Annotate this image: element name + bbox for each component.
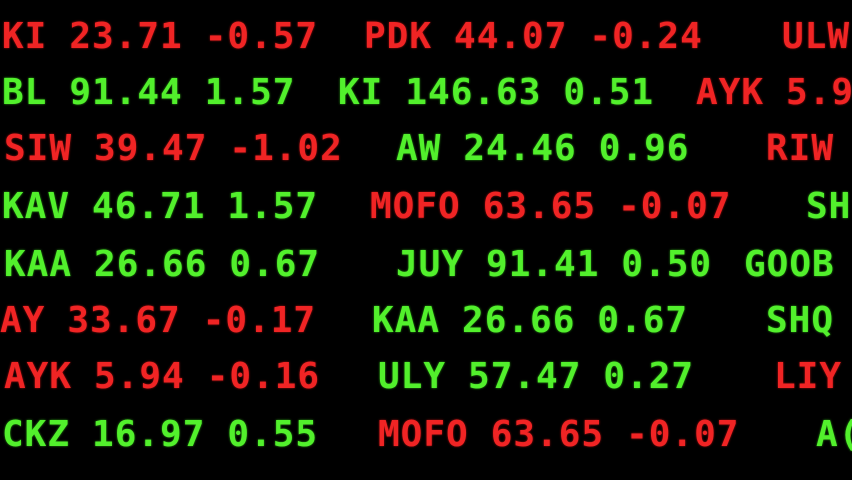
ticker-quote: GOOB [744,236,835,294]
ticker-symbol: ULW [782,16,851,57]
ticker-change: -0.24 [589,16,703,57]
ticker-quote: CKZ 16.97 0.55 [2,406,318,464]
ticker-row: KI 23.71 -0.57 PDK 44.07 -0.24 ULW [0,8,852,66]
ticker-price: 146.63 [405,72,542,113]
ticker-symbol: MOFO [370,186,461,227]
ticker-row: KAA 26.66 0.67 JUY 91.41 0.50 GOOB [0,236,852,294]
ticker-change: 0.96 [598,128,690,169]
ticker-quote: AW 24.46 0.96 [396,120,689,178]
ticker-symbol: MOFO [378,414,469,455]
ticker-quote: KAV 46.71 1.57 [2,178,318,236]
ticker-quote: SHQ [766,292,834,350]
ticker-symbol: LIY [774,356,843,397]
ticker-quote: AY 33.67 -0.17 [0,292,316,350]
ticker-symbol: BL [2,72,48,113]
ticker-row: KAV 46.71 1.57 MOFO 63.65 -0.07 SH [0,178,852,236]
ticker-change: -0.07 [626,414,740,455]
ticker-change: -1.02 [229,128,343,169]
ticker-quote: KAA 26.66 0.67 [4,236,320,294]
ticker-symbol: GOOB [744,244,835,285]
ticker-quote: AYK 5.9 [696,64,852,122]
ticker-symbol: SHQ [766,300,835,341]
ticker-symbol: KI [338,72,384,113]
ticker-symbol: AYK [696,72,765,113]
ticker-price: 26.66 [462,300,576,341]
ticker-price: 91.44 [69,72,183,113]
ticker-quote: KAA 26.66 0.67 [372,292,688,350]
ticker-symbol: KI [2,16,48,57]
ticker-quote: PDK 44.07 -0.24 [364,8,703,66]
ticker-quote: SH [806,178,851,236]
ticker-price: 23.71 [69,16,183,57]
ticker-price: 46.71 [92,186,206,227]
ticker-row: AYK 5.94 -0.16 ULY 57.47 0.27 LIY [0,348,852,406]
ticker-change: 0.50 [621,244,713,285]
ticker-symbol: SH [806,186,852,227]
ticker-symbol: KAV [2,186,71,227]
ticker-row: SIW 39.47 -1.02 AW 24.46 0.96 RIW [0,120,852,178]
ticker-quote: A( [816,406,852,464]
ticker-symbol: JUY [396,244,465,285]
ticker-price: 5.94 [94,356,185,397]
ticker-quote: AYK 5.94 -0.16 [4,348,320,406]
ticker-price: 5.9 [786,72,852,113]
ticker-price: 63.65 [482,186,597,227]
ticker-symbol: RIW [766,128,835,169]
ticker-change: 1.57 [227,186,319,227]
ticker-symbol: SIW [4,128,73,169]
ticker-price: 33.67 [67,300,181,341]
ticker-quote: KI 23.71 -0.57 [2,8,318,66]
ticker-quote: ULY 57.47 0.27 [378,348,694,406]
ticker-row: AY 33.67 -0.17 KAA 26.66 0.67 SHQ [0,292,852,350]
ticker-quote: MOFO 63.65 -0.07 [378,406,739,464]
ticker-quote: ULW [782,8,850,66]
ticker-price: 44.07 [454,16,568,57]
ticker-quote: MOFO 63.65 -0.07 [370,178,731,236]
ticker-quote: RIW [766,120,834,178]
ticker-quote: SIW 39.47 -1.02 [4,120,343,178]
ticker-symbol: CKZ [2,414,71,455]
ticker-change: 0.55 [227,414,319,455]
ticker-price: 39.47 [94,128,208,169]
ticker-change: 0.67 [229,244,321,285]
ticker-quote: LIY [774,348,842,406]
ticker-quote: KI 146.63 0.51 [338,64,654,122]
ticker-quote: BL 91.44 1.57 [2,64,295,122]
ticker-change: -0.16 [206,356,321,397]
ticker-symbol: KAA [4,244,73,285]
ticker-change: -0.57 [204,16,319,57]
ticker-symbol: A( [816,414,852,455]
ticker-symbol: AY [0,300,46,341]
ticker-symbol: PDK [364,16,433,57]
ticker-price: 16.97 [92,414,206,455]
ticker-change: 1.57 [204,72,296,113]
ticker-price: 91.41 [486,244,600,285]
ticker-price: 26.66 [94,244,208,285]
ticker-symbol: KAA [372,300,441,341]
ticker-symbol: AW [396,128,442,169]
ticker-change: -0.17 [202,300,317,341]
ticker-price: 63.65 [490,414,605,455]
ticker-symbol: ULY [378,356,447,397]
ticker-change: -0.07 [618,186,732,227]
stock-ticker-board: KI 23.71 -0.57 PDK 44.07 -0.24 ULW BL 91.44 1.… [0,0,852,480]
ticker-change: 0.67 [597,300,689,341]
ticker-row: CKZ 16.97 0.55 MOFO 63.65 -0.07 A( [0,406,852,464]
ticker-symbol: AYK [4,356,73,397]
ticker-price: 57.47 [468,356,582,397]
ticker-price: 24.46 [463,128,577,169]
ticker-change: 0.51 [563,72,655,113]
ticker-row: BL 91.44 1.57 KI 146.63 0.51 AYK 5.9 [0,64,852,122]
ticker-change: 0.27 [603,356,695,397]
ticker-quote: JUY 91.41 0.50 [396,236,712,294]
